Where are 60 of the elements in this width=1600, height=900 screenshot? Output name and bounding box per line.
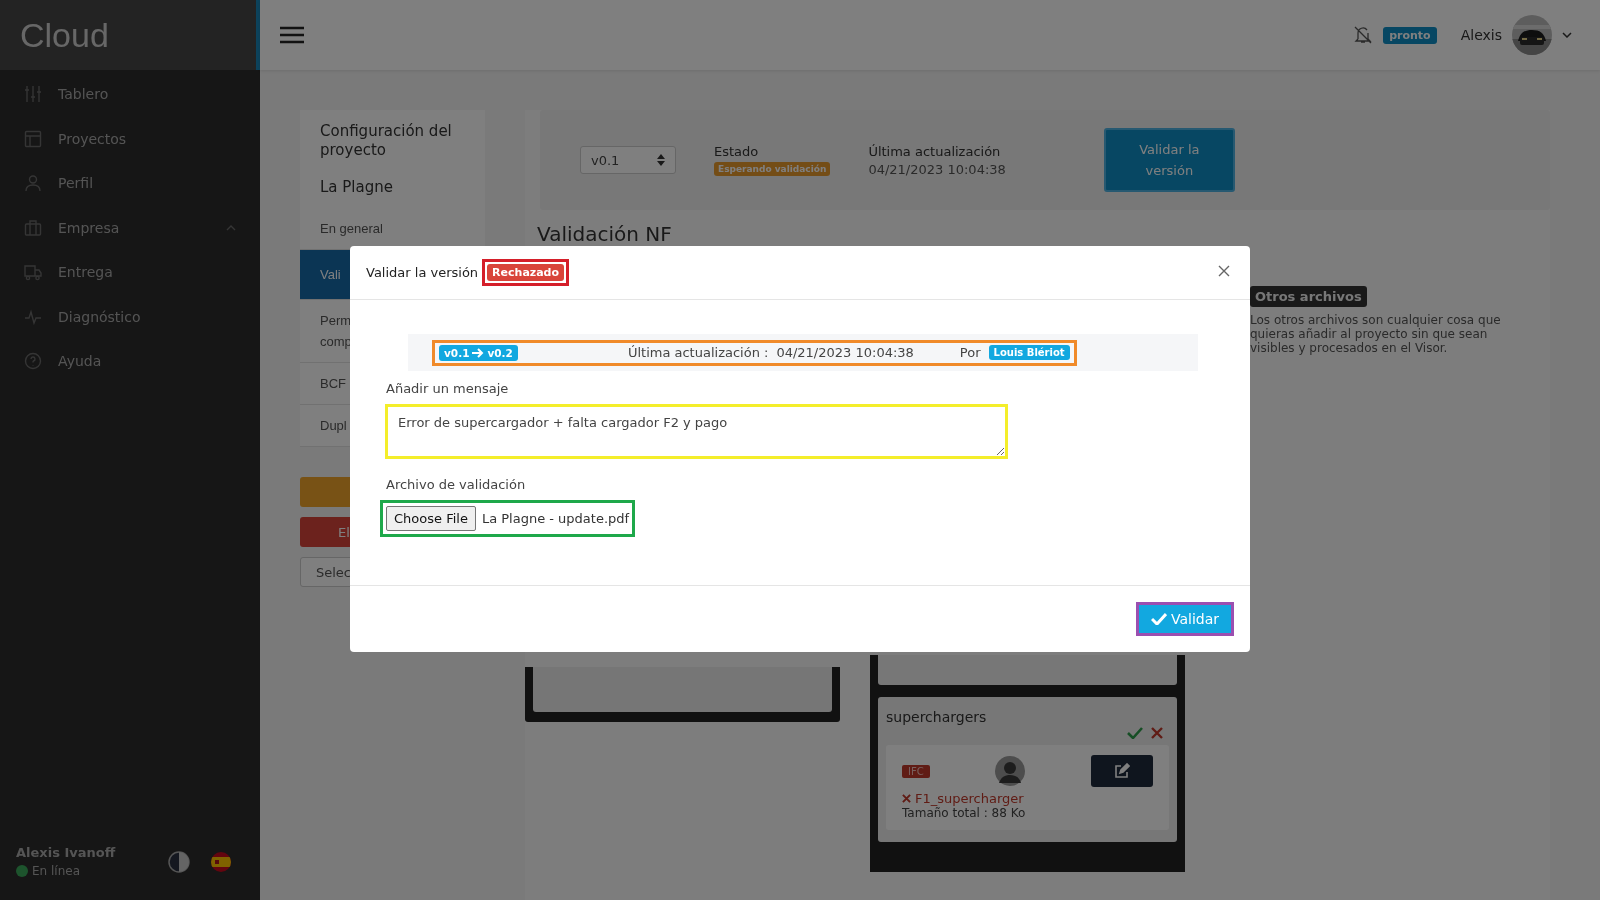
sidebar-item[interactable]: Proyectos (0, 116, 260, 161)
briefcase-icon (24, 218, 42, 237)
group-title: superchargers (886, 709, 988, 725)
other-files-description: Los otros archivos son cualquier cosa que quieras añadir al proyecto sin que sean visibles y procesados en el Visor. (1250, 313, 1502, 355)
updated-label: Última actualización : (627, 345, 769, 360)
version-badge: v0.1 v0.2 (439, 344, 518, 361)
updated-label: Última actualización (868, 143, 1002, 159)
message-label: Añadir un mensaje (386, 381, 510, 396)
sort-icon (657, 154, 665, 166)
user-name: Alexis Ivanoff (16, 845, 117, 860)
status-badge: Rechazado (487, 264, 565, 281)
sidebar-item[interactable]: Diagnóstico (0, 294, 260, 339)
check-icon (1150, 613, 1167, 625)
help-icon (24, 352, 42, 371)
format-tag: IFC (902, 764, 930, 778)
flag-icon[interactable] (210, 850, 232, 873)
status-badge: Esperando validación (714, 162, 831, 176)
sidebar-item[interactable]: Empresa (0, 205, 260, 250)
file-label: Archivo de validación (386, 477, 527, 492)
user-icon (24, 174, 42, 193)
edit-button[interactable] (1091, 755, 1153, 787)
updated-value: 04/21/2023 10:04:38 (868, 161, 1006, 177)
section-title: Validación NF (537, 222, 673, 248)
close-icon (902, 794, 911, 803)
choose-file-button[interactable]: Choose File (386, 506, 476, 531)
user-name[interactable]: Alexis (1460, 27, 1502, 43)
author-badge: Louis Blériot (988, 345, 1070, 360)
sidebar-item[interactable]: Perfil (0, 161, 260, 206)
status-label: Estado (714, 144, 760, 159)
modal-title: Validar la versión (366, 265, 479, 280)
truck-icon (24, 263, 42, 282)
version-select[interactable]: v0.1 (580, 146, 676, 174)
close-icon[interactable] (1151, 727, 1163, 739)
sidebar-item[interactable]: Ayuda (0, 339, 260, 384)
edit-icon (1114, 763, 1130, 779)
menu-icon[interactable] (280, 26, 304, 44)
validate-button[interactable]: Validar (1138, 605, 1231, 633)
file-name: La Plagne - update.pdf (481, 511, 630, 526)
arrow-right-icon (472, 347, 485, 358)
layout-icon (24, 129, 42, 148)
pronto-badge: pronto (1383, 26, 1437, 44)
other-files-tag: Otros archivos (1250, 286, 1367, 307)
project-name: La Plagne (319, 177, 394, 198)
contrast-icon[interactable] (168, 850, 190, 873)
author-label: Por (959, 345, 981, 360)
close-icon (1218, 265, 1230, 277)
file-link[interactable]: F1_supercharger (902, 791, 1153, 806)
validate-version-button[interactable]: Validar la versión (1103, 128, 1235, 192)
sidebar-item[interactable]: Entrega (0, 250, 260, 295)
chevron-down-icon[interactable] (1562, 32, 1572, 38)
check-icon[interactable] (1127, 727, 1143, 739)
updated-value: 04/21/2023 10:04:38 (776, 345, 914, 360)
logo[interactable]: Cloud (20, 15, 109, 55)
panel-title: Configuración del proyecto (319, 122, 453, 160)
status-text: En línea (32, 864, 80, 878)
file-size: Tamaño total : 88 Ko (902, 806, 1027, 820)
bell-off-icon[interactable] (1353, 25, 1374, 45)
sliders-icon (24, 85, 42, 104)
sidebar-item[interactable]: Tablero (0, 72, 260, 117)
avatar (995, 756, 1026, 786)
